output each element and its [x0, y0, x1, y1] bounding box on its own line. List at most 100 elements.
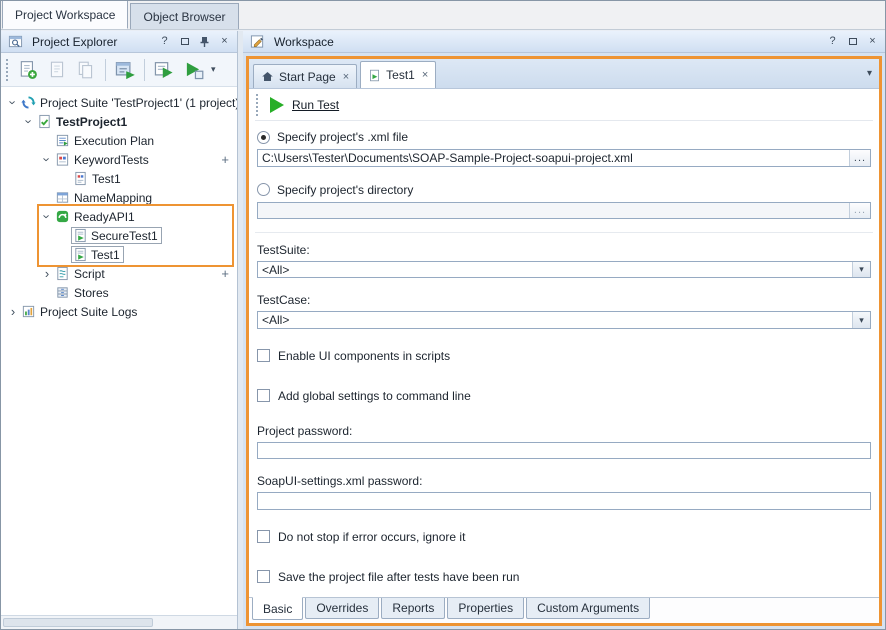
new-item-icon [18, 60, 38, 80]
tree-item-script[interactable]: Script + [1, 264, 237, 283]
tree-item-label: Project Suite 'TestProject1' (1 project) [40, 96, 237, 110]
settings-tab-bar: Basic Overrides Reports Properties Custo… [249, 597, 879, 623]
soapui-password-label: SoapUI-settings.xml password: [257, 474, 871, 488]
add-script-button[interactable]: + [221, 266, 229, 281]
help-button[interactable]: ? [157, 34, 172, 49]
expand-toggle-icon[interactable] [23, 114, 35, 129]
tab-test1[interactable]: Test1 × [360, 61, 436, 88]
tree-item-keyword-test1[interactable]: Test1 [1, 169, 237, 188]
help-button[interactable]: ? [825, 34, 840, 49]
soapui-password-input[interactable] [258, 493, 870, 509]
panel-title: Project Explorer [32, 35, 152, 49]
expand-toggle-icon[interactable] [7, 95, 19, 110]
project-explorer-header: Project Explorer ? × [1, 31, 237, 53]
tab-object-browser[interactable]: Object Browser [130, 3, 238, 29]
testsuite-combobox[interactable]: <All> ▾ [257, 261, 871, 279]
close-tab-icon[interactable]: × [422, 69, 428, 81]
tree-item-label: Project Suite Logs [40, 305, 137, 319]
horizontal-scrollbar[interactable] [1, 615, 237, 629]
tab-label: Test1 [386, 68, 415, 82]
keyword-test-icon [73, 171, 88, 186]
toolbar-more-button[interactable]: ▾ [209, 64, 218, 75]
tree-item-frame: SecureTest1 [71, 227, 162, 244]
tree-item-stores[interactable]: Stores [1, 283, 237, 302]
tree-item-project-suite[interactable]: Project Suite 'TestProject1' (1 project) [1, 93, 237, 112]
tree-item-label: ReadyAPI1 [74, 210, 135, 224]
expand-toggle-icon[interactable] [7, 304, 19, 319]
tree-item-readyapi-test1[interactable]: Test1 [1, 245, 237, 264]
directory-path-input[interactable] [258, 203, 849, 219]
tree-item-keywordtests[interactable]: KeywordTests + [1, 150, 237, 169]
project-password-input[interactable] [258, 443, 870, 459]
tree-item-label: KeywordTests [74, 153, 149, 167]
tab-project-workspace[interactable]: Project Workspace [2, 0, 128, 29]
organize-tests-button[interactable] [112, 57, 138, 83]
tab-reports[interactable]: Reports [381, 598, 445, 619]
close-tab-icon[interactable]: × [343, 71, 349, 83]
duplicate-item-button[interactable] [73, 57, 99, 83]
panel-title: Workspace [274, 35, 820, 49]
expand-toggle-icon[interactable] [41, 152, 53, 167]
tab-list-dropdown-icon[interactable]: ▾ [867, 68, 872, 79]
tree-item-readyapi1[interactable]: ReadyAPI1 [1, 207, 237, 226]
scrollbar-thumb[interactable] [3, 618, 153, 627]
project-icon [37, 114, 52, 129]
add-global-settings-checkbox[interactable] [257, 389, 270, 402]
specify-xml-radio[interactable] [257, 131, 270, 144]
tree-item-execution-plan[interactable]: Execution Plan [1, 131, 237, 150]
close-panel-button[interactable]: × [865, 34, 880, 49]
float-button[interactable] [177, 34, 192, 49]
float-button[interactable] [845, 34, 860, 49]
new-item-button[interactable] [15, 57, 41, 83]
project-suite-icon [21, 95, 36, 110]
tree-item-namemapping[interactable]: NameMapping [1, 188, 237, 207]
tab-custom-arguments[interactable]: Custom Arguments [526, 598, 650, 619]
browse-xml-button[interactable]: ... [849, 150, 870, 166]
readyapi-icon [55, 209, 70, 224]
toolbar-grip[interactable] [6, 59, 9, 81]
tree-item-project-suite-logs[interactable]: Project Suite Logs [1, 302, 237, 321]
tree-item-testproject1[interactable]: TestProject1 [1, 112, 237, 131]
add-existing-item-button[interactable] [44, 57, 70, 83]
run-test-button[interactable]: Run Test [292, 98, 339, 112]
expand-toggle-icon[interactable] [41, 266, 53, 281]
logs-icon [21, 304, 36, 319]
workspace-panel: Workspace ? × Start Page × [243, 31, 885, 629]
project-explorer-panel: Project Explorer ? × [1, 31, 238, 629]
toolbar-grip[interactable] [256, 94, 259, 116]
tab-basic[interactable]: Basic [252, 597, 303, 620]
run-project-button[interactable] [180, 57, 206, 83]
tab-label: Object Browser [143, 10, 225, 24]
tree-item-securetest1[interactable]: SecureTest1 [1, 226, 237, 245]
workspace-icon [250, 34, 265, 49]
project-explorer-toolbar: ▾ [1, 53, 237, 86]
save-project-checkbox[interactable] [257, 570, 270, 583]
enable-ui-components-checkbox[interactable] [257, 349, 270, 362]
add-keyword-test-button[interactable]: + [221, 152, 229, 167]
close-panel-button[interactable]: × [217, 34, 232, 49]
ignore-errors-checkbox[interactable] [257, 530, 270, 543]
dropdown-arrow-icon[interactable]: ▾ [852, 262, 870, 278]
auto-hide-pin-button[interactable] [197, 34, 212, 49]
test-runner-form: Run Test Specify project's .xml file ...… [249, 89, 879, 597]
tab-start-page[interactable]: Start Page × [253, 64, 357, 88]
tab-properties[interactable]: Properties [447, 598, 524, 619]
test-doc-icon [368, 69, 381, 82]
tree-item-label: Test1 [92, 172, 121, 186]
dropdown-arrow-icon[interactable]: ▾ [852, 312, 870, 328]
tab-overrides[interactable]: Overrides [305, 598, 379, 619]
project-password-label: Project password: [257, 424, 871, 438]
testcase-value: <All> [258, 312, 852, 328]
run-selected-button[interactable] [151, 57, 177, 83]
xml-path-input[interactable] [258, 150, 849, 166]
specify-directory-radio[interactable] [257, 183, 270, 196]
tree-item-label: Test1 [91, 248, 120, 262]
browse-directory-button[interactable]: ... [849, 203, 870, 219]
run-selected-icon [153, 59, 175, 81]
keywordtests-icon [55, 152, 70, 167]
stores-icon [55, 285, 70, 300]
testcase-combobox[interactable]: <All> ▾ [257, 311, 871, 329]
checkbox-label: Enable UI components in scripts [278, 349, 450, 363]
workspace-tabstrip: Start Page × Test1 × ▾ [249, 59, 879, 89]
expand-toggle-icon[interactable] [41, 209, 53, 224]
